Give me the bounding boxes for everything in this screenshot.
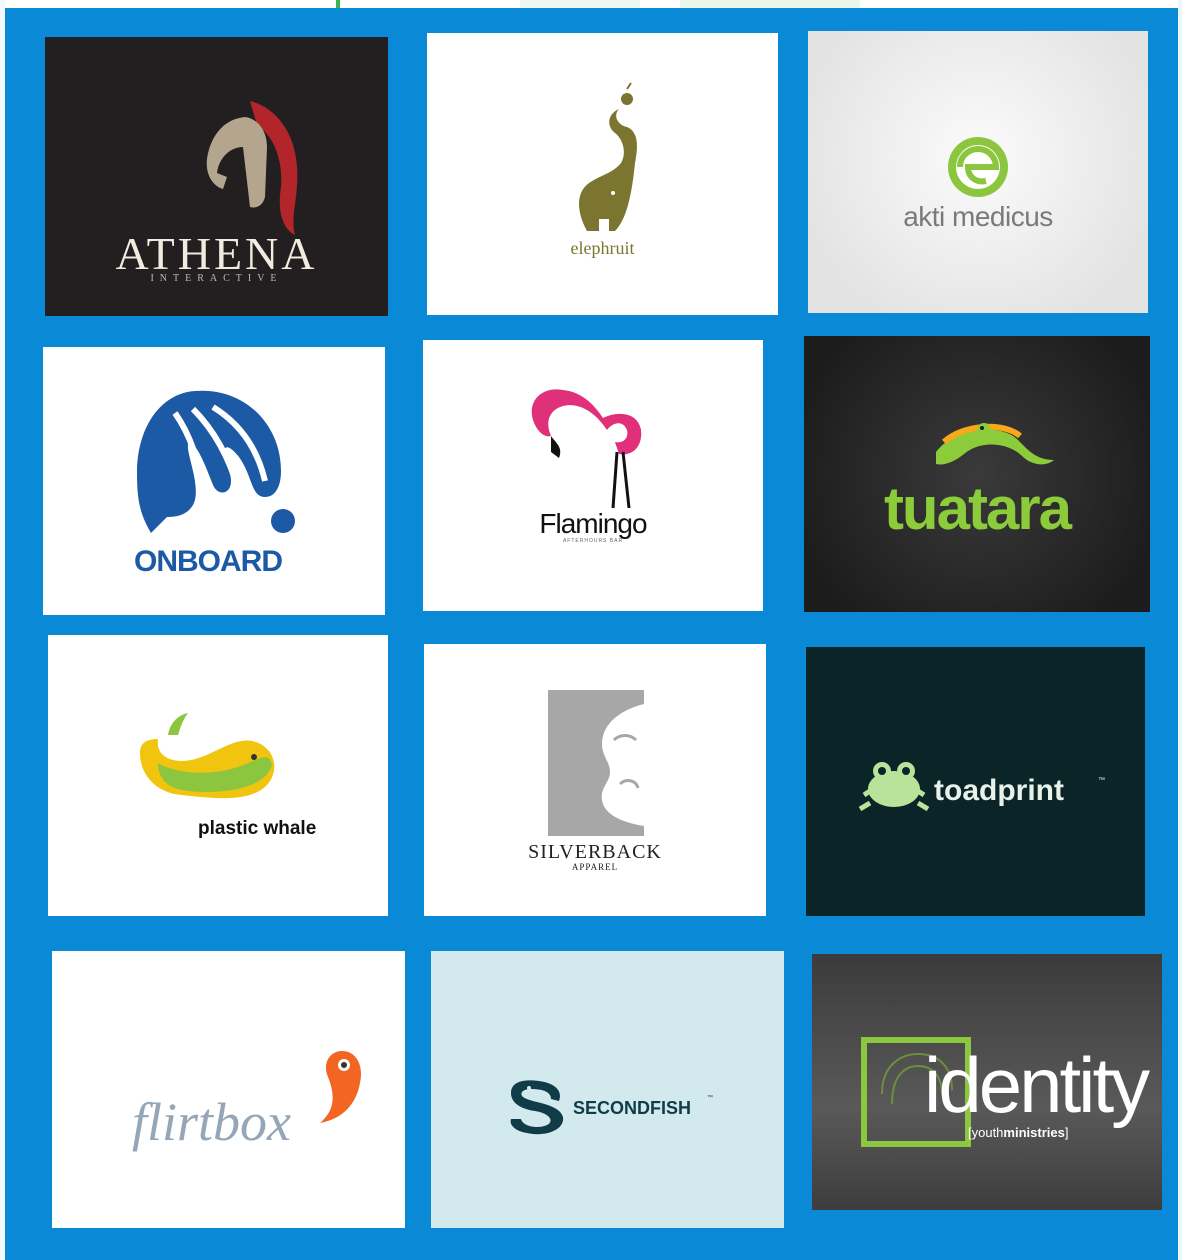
tagline-bold: ministries <box>1003 1125 1065 1140</box>
logo-tile-secondfish: SECONDFISH ™ <box>431 951 784 1228</box>
logo-name: toadprint <box>934 774 1064 807</box>
logo-tile-plastic-whale: plastic whale <box>48 635 388 916</box>
logo-name: SECONDFISH <box>573 1098 692 1118</box>
logo-tile-silverback: SILVERBACK APPAREL <box>424 644 766 916</box>
logo-tile-flamingo: Flamingo AFTERHOURS BAR <box>423 340 763 611</box>
logo-name: elephruit <box>570 238 635 258</box>
logo-tile-akti-medicus: akti medicus <box>808 31 1148 313</box>
logo-tile-toadprint: toadprint ™ <box>806 647 1145 916</box>
logo-name: akti medicus <box>903 201 1053 232</box>
logo-name: Flamingo <box>539 508 647 539</box>
logo-tile-onboard: ONBOARD <box>43 347 385 615</box>
logo-tagline: AFTERHOURS BAR <box>562 538 624 544</box>
whale-icon <box>140 713 275 799</box>
top-border-mark <box>680 0 860 8</box>
trademark: ™ <box>707 1095 713 1101</box>
logo-tagline: INTERACTIVE <box>150 273 283 284</box>
bird-icon <box>320 1051 362 1123</box>
logo-tagline: [youthministries] <box>968 1125 1068 1140</box>
logo-name: tuatara <box>883 475 1072 542</box>
fish-s-icon <box>510 1080 564 1135</box>
left-border <box>0 0 5 1260</box>
top-border <box>0 0 1182 8</box>
tagline-part: [youth <box>968 1125 1004 1140</box>
right-border <box>1178 0 1182 1260</box>
flamingo-icon <box>531 389 642 509</box>
gorilla-icon <box>548 690 644 836</box>
trademark: ™ <box>1098 777 1105 784</box>
e-circle-icon <box>948 137 1008 197</box>
logo-tile-elephruit: elephruit <box>427 33 778 315</box>
logo-name: identity <box>924 1041 1150 1129</box>
top-border-mark <box>336 0 340 8</box>
logo-name: SILVERBACK <box>528 841 662 863</box>
logo-tile-athena: ATHENA INTERACTIVE <box>45 37 388 316</box>
logo-name: flirtbox <box>132 1092 291 1152</box>
logo-tile-flirtbox: flirtbox <box>52 951 405 1228</box>
logo-name: plastic whale <box>198 818 317 839</box>
logo-tagline: APPAREL <box>571 862 619 872</box>
logo-tile-identity: identity [youthministries] <box>812 954 1162 1210</box>
top-border-mark <box>520 0 640 8</box>
tagline-part: ] <box>1064 1125 1069 1140</box>
logo-name: ONBOARD <box>134 545 283 578</box>
elephant-fruit-icon <box>579 82 637 231</box>
logo-tile-tuatara: tuatara <box>804 336 1150 612</box>
